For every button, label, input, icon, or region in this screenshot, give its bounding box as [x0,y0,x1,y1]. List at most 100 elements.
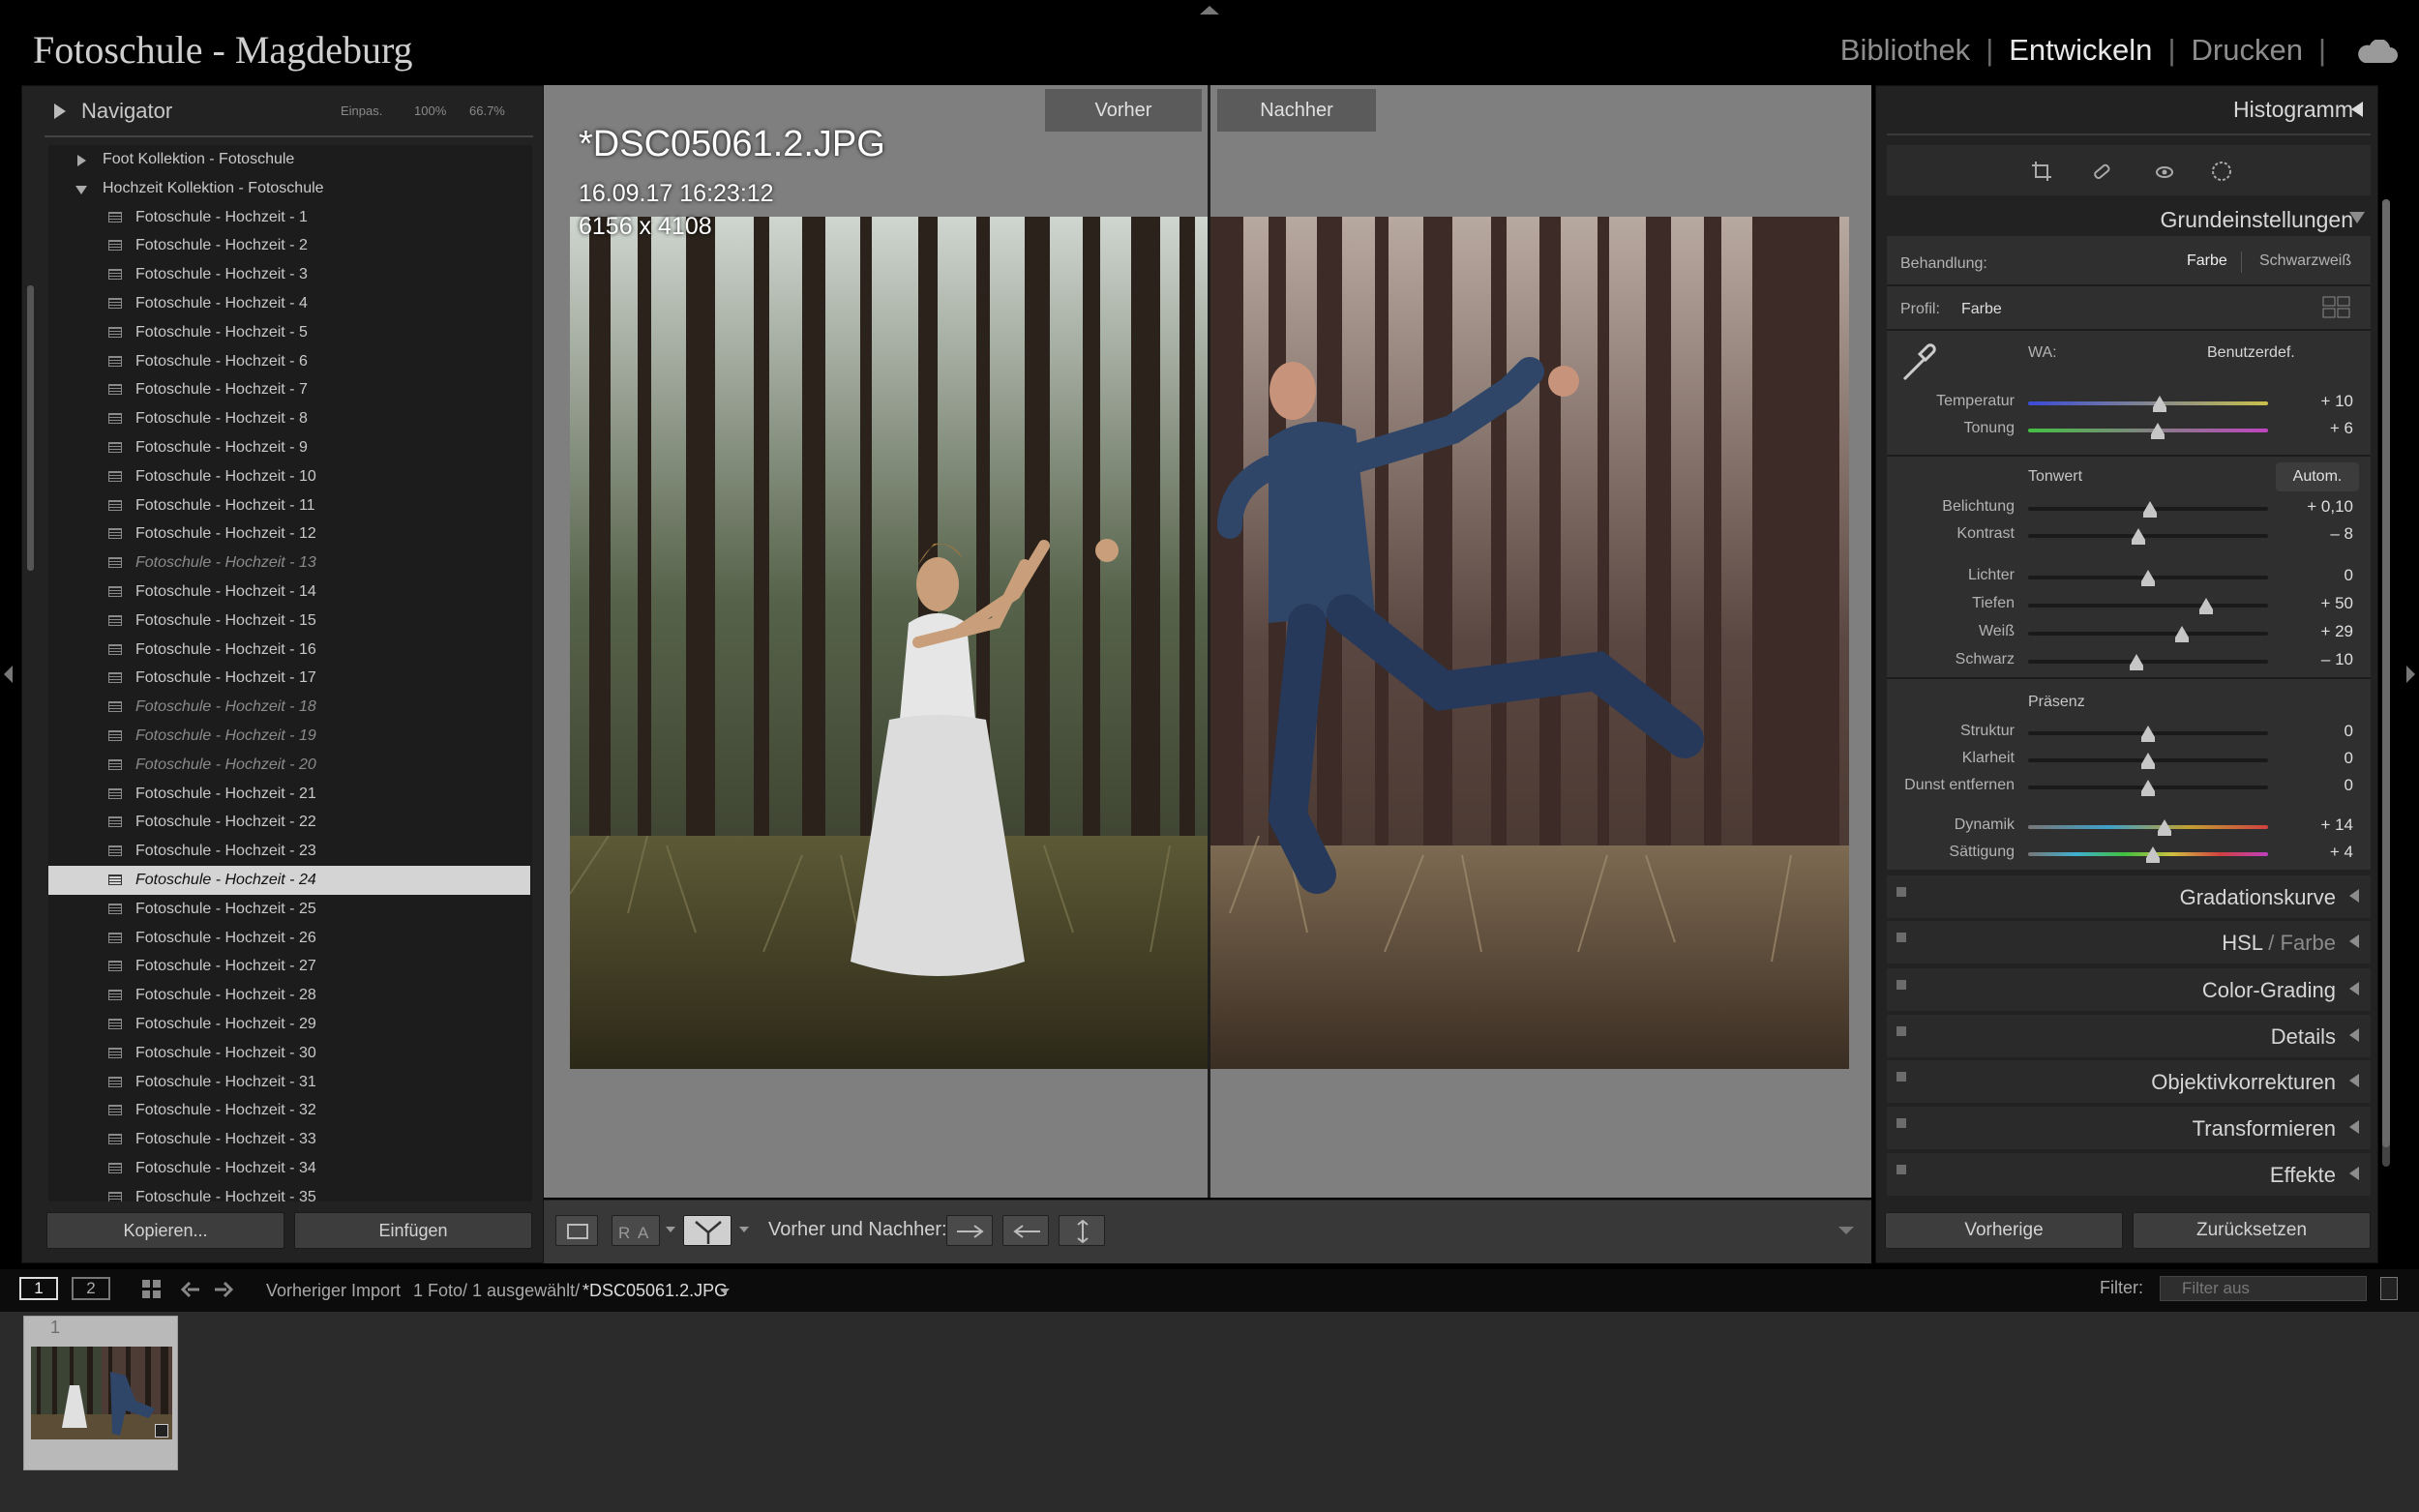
slider-track[interactable] [2028,429,2268,432]
collection-item[interactable]: Fotoschule - Hochzeit - 22 [48,808,530,837]
slider-track[interactable] [2028,632,2268,636]
collection-item[interactable]: Fotoschule - Hochzeit - 29 [48,1010,530,1039]
zoom-100[interactable]: 100% [414,104,446,118]
collection-item[interactable]: Fotoschule - Hochzeit - 26 [48,924,530,953]
filmstrip-source[interactable]: Vorheriger Import [266,1281,401,1301]
masking-icon[interactable] [2211,161,2232,182]
expand-triangle-icon[interactable] [77,155,86,166]
right-scrollbar[interactable] [2382,199,2390,1147]
collection-item[interactable]: Fotoschule - Hochzeit - 15 [48,607,530,636]
panel-title-suffix[interactable]: Farbe [2281,931,2336,955]
left-scrollbar[interactable] [27,285,34,571]
collection-item[interactable]: Fotoschule - Hochzeit - 25 [48,895,530,924]
slider-value[interactable]: – 8 [2285,524,2353,544]
loupe-view-button[interactable] [555,1215,598,1246]
screen-1-button[interactable]: 1 [19,1277,58,1300]
collapse-triangle-icon[interactable] [75,185,87,194]
collection-item[interactable]: Fotoschule - Hochzeit - 14 [48,578,530,607]
copy-before-to-after-button[interactable] [946,1215,993,1246]
panel-toggle-top-icon[interactable] [1200,6,1219,15]
toolbar-options-icon[interactable] [1838,1227,1854,1234]
back-arrow-icon[interactable] [180,1279,201,1300]
slider-track[interactable] [2028,401,2268,405]
panel-transformieren[interactable]: Transformieren [1887,1107,2371,1149]
slider-handle[interactable] [2141,753,2155,769]
collection-item[interactable]: Fotoschule - Hochzeit - 32 [48,1096,530,1125]
collection-item[interactable]: Fotoschule - Hochzeit - 31 [48,1068,530,1097]
panel-hsl[interactable]: HSL / Farbe [1887,921,2371,964]
filter-select[interactable]: Filter aus [2160,1276,2367,1301]
slider-value[interactable]: + 50 [2285,594,2353,613]
wb-preset-select[interactable]: Benutzerdef. [2207,344,2295,362]
profile-browser-icon[interactable] [2322,296,2351,319]
dropdown-icon[interactable] [739,1227,749,1232]
cloud-icon[interactable] [2355,38,2398,63]
panel-toggle-switch[interactable] [1896,1118,1906,1128]
reset-button[interactable]: Zurücksetzen [2133,1212,2371,1249]
white-balance-picker-icon[interactable] [1898,341,1937,383]
treatment-bw-option[interactable]: Schwarzweiß [2259,252,2351,270]
basic-panel-title[interactable]: Grundeinstellungen [2161,207,2353,233]
zoom-custom[interactable]: 66.7% [469,104,505,118]
expand-panel-icon[interactable] [2349,1028,2359,1042]
slider-handle[interactable] [2141,780,2155,796]
slider-value[interactable]: 0 [2285,776,2353,795]
collection-item[interactable]: Fotoschule - Hochzeit - 9 [48,433,530,462]
collection-item[interactable]: Fotoschule - Hochzeit - 3 [48,260,530,289]
collection-item[interactable]: Fotoschule - Hochzeit - 13 [48,548,530,578]
slider-value[interactable]: + 14 [2285,815,2353,835]
panel-toggle-left-icon[interactable] [4,666,13,683]
screen-2-button[interactable]: 2 [72,1277,110,1300]
panel-effekte[interactable]: Effekte [1887,1153,2371,1196]
slider-value[interactable]: 0 [2285,722,2353,741]
expand-panel-icon[interactable] [2349,982,2359,995]
panel-toggle-right-icon[interactable] [2406,666,2415,683]
collection-item[interactable]: Fotoschule - Hochzeit - 17 [48,664,530,693]
panel-details[interactable]: Details [1887,1015,2371,1057]
histogram-expand-icon[interactable] [2351,102,2363,117]
grid-view-icon[interactable] [141,1279,163,1300]
collection-set[interactable]: Hochzeit Kollektion - Fotoschule [48,174,530,203]
file-menu-icon[interactable] [720,1289,730,1294]
zoom-fit[interactable]: Einpas. [341,104,382,118]
panel-objektivkorrekturen[interactable]: Objektivkorrekturen [1887,1060,2371,1103]
red-eye-icon[interactable] [2154,161,2175,182]
expand-panel-icon[interactable] [2349,1120,2359,1134]
slider-handle[interactable] [2129,654,2143,670]
panel-gradationskurve[interactable]: Gradationskurve [1887,875,2371,918]
panel-toggle-switch[interactable] [1896,1072,1906,1082]
collection-item[interactable]: Fotoschule - Hochzeit - 10 [48,462,530,491]
collection-item[interactable]: Fotoschule - Hochzeit - 24 [48,866,530,895]
collection-item[interactable]: Fotoschule - Hochzeit - 2 [48,231,530,260]
slider-handle[interactable] [2198,598,2213,614]
auto-tone-button[interactable]: Autom. [2276,462,2359,491]
slider-handle[interactable] [2141,726,2155,742]
collection-item[interactable]: Fotoschule - Hochzeit - 6 [48,347,530,376]
slider-track[interactable] [2028,660,2268,664]
slider-track[interactable] [2028,534,2268,538]
slider-track[interactable] [2028,825,2268,829]
forward-arrow-icon[interactable] [213,1279,234,1300]
before-after-split-button[interactable] [683,1215,732,1246]
slider-value[interactable]: 0 [2285,566,2353,585]
panel-toggle-switch[interactable] [1896,933,1906,942]
expand-panel-icon[interactable] [2349,1167,2359,1180]
collection-item[interactable]: Fotoschule - Hochzeit - 16 [48,636,530,665]
expand-panel-icon[interactable] [2349,934,2359,948]
slider-handle[interactable] [2132,528,2146,545]
expand-panel-icon[interactable] [2349,1074,2359,1087]
collection-item[interactable]: Fotoschule - Hochzeit - 19 [48,722,530,751]
copy-settings-button[interactable]: Kopieren... [46,1212,284,1249]
collection-item[interactable]: Fotoschule - Hochzeit - 11 [48,491,530,520]
collection-item[interactable]: Fotoschule - Hochzeit - 33 [48,1125,530,1154]
basic-collapse-icon[interactable] [2349,212,2365,223]
slider-handle[interactable] [2150,423,2165,439]
panel-toggle-switch[interactable] [1896,1026,1906,1036]
slider-value[interactable]: – 10 [2285,650,2353,669]
slider-handle[interactable] [2158,819,2172,836]
slider-value[interactable]: + 6 [2285,419,2353,438]
panel-toggle-switch[interactable] [1896,887,1906,897]
healing-brush-icon[interactable] [2091,161,2112,182]
dropdown-icon[interactable] [666,1227,675,1232]
module-library[interactable]: Bibliothek [1840,33,1970,68]
